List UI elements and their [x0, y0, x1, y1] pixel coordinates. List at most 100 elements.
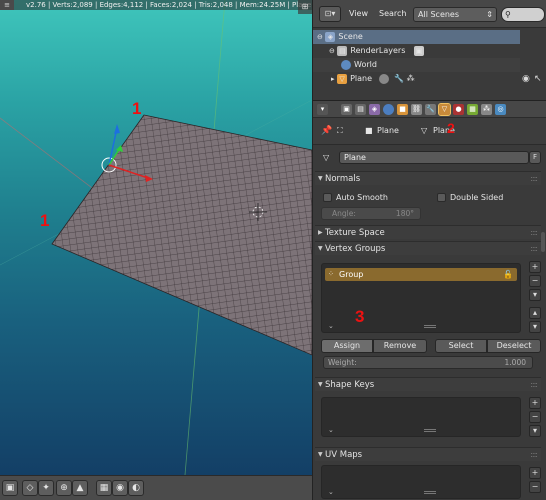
render-icon[interactable]: ▣: [341, 104, 352, 115]
assign-button[interactable]: Assign: [321, 339, 373, 353]
texture-icon[interactable]: ▦: [467, 104, 478, 115]
pointer-icon[interactable]: ↖: [534, 74, 542, 84]
menu-view[interactable]: View: [349, 9, 368, 18]
panel-title: Normals: [325, 174, 361, 184]
data-name-field[interactable]: Plane: [339, 151, 529, 164]
remove-uv-map-button[interactable]: −: [529, 481, 541, 493]
collapse-arrow-icon: ▼: [318, 381, 323, 388]
menu-search[interactable]: Search: [379, 9, 406, 18]
annotation-marker: 1: [40, 211, 50, 230]
data-icon[interactable]: ▽: [438, 103, 451, 116]
panel-vertex-groups[interactable]: ▼ Vertex Groups ::::: [315, 241, 541, 255]
tree-label: Scene: [338, 32, 363, 41]
remove-shape-key-button[interactable]: −: [529, 411, 541, 423]
physics-icon[interactable]: ◎: [495, 104, 506, 115]
snap-icon[interactable]: ⊕: [56, 480, 72, 496]
panel-uv-maps[interactable]: ▼ UV Maps ::::: [315, 447, 541, 461]
layers-icon[interactable]: ▦: [96, 480, 112, 496]
remove-group-button[interactable]: −: [529, 275, 541, 287]
editor-type-icon[interactable]: ⊡▾: [319, 6, 341, 22]
modifier-icon[interactable]: 🔧: [425, 104, 436, 115]
panel-texture-space[interactable]: ▶ Texture Space ::::: [315, 225, 541, 239]
tree-label: World: [354, 60, 377, 69]
search-input[interactable]: ⚲: [501, 7, 545, 22]
double-sided-checkbox[interactable]: [437, 193, 446, 202]
filter-icon[interactable]: ⌄: [328, 488, 334, 496]
breadcrumb-object[interactable]: Plane: [377, 126, 399, 135]
display-mode-dropdown[interactable]: All Scenes ⇕: [413, 7, 497, 22]
viewport-toolbar: ▣ ◇ ✦ ⊕ ▲ ▦ ◉ ◐: [0, 475, 312, 500]
mesh-icon[interactable]: ◇: [22, 480, 38, 496]
world-icon[interactable]: [383, 104, 394, 115]
collapse-arrow-icon: ▼: [318, 451, 323, 458]
deselect-button[interactable]: Deselect: [487, 339, 541, 353]
lock-icon[interactable]: 🔓: [503, 268, 513, 281]
add-shape-key-button[interactable]: +: [529, 397, 541, 409]
panel-title: Texture Space: [325, 228, 385, 238]
drag-handle-icon[interactable]: ::::: [530, 226, 538, 240]
resize-grip-icon[interactable]: [424, 491, 436, 494]
specials-menu-icon[interactable]: ▾: [529, 289, 541, 301]
weight-label: Weight:: [328, 358, 357, 367]
add-uv-map-button[interactable]: +: [529, 467, 541, 479]
editor-menu-icon[interactable]: ≡: [0, 0, 14, 10]
eye-icon[interactable]: ◉: [522, 74, 530, 84]
object-icon[interactable]: ■: [397, 104, 408, 115]
tree-item-plane[interactable]: ▸ ▽ Plane 🔧 ⁂: [313, 72, 521, 86]
move-up-icon[interactable]: ▴: [529, 307, 541, 319]
editor-type-icon[interactable]: ▾: [317, 104, 328, 115]
tree-item-world[interactable]: World: [313, 58, 521, 72]
tree-item-renderlayers[interactable]: ⊖ ▤ RenderLayers ▣: [313, 44, 521, 58]
filter-icon[interactable]: ⌄: [328, 426, 334, 434]
uv-map-list[interactable]: ⌄: [321, 465, 521, 499]
vertex-group-icon: ⁘: [328, 270, 334, 278]
properties-tabs: ▾ ▣ ▤ ◈ ■ ⛓ 🔧 ▽ ● ▦ ⁂ ◎: [313, 101, 546, 118]
scene-icon[interactable]: ◈: [369, 104, 380, 115]
pin-icon[interactable]: 📌: [321, 126, 332, 136]
overlay-icon[interactable]: ◐: [128, 480, 144, 496]
viewport-info-bar: ≡ v2.76 | Verts:2,089 | Edges:4,112 | Fac…: [0, 0, 312, 10]
collapse-icon[interactable]: ⊖: [317, 33, 323, 41]
properties-scrollbar[interactable]: [541, 232, 545, 252]
specials-menu-icon[interactable]: ▾: [529, 425, 541, 437]
move-down-icon[interactable]: ▾: [529, 321, 541, 333]
drag-handle-icon[interactable]: ::::: [530, 378, 538, 392]
grid-icon[interactable]: ⊞: [298, 0, 312, 14]
remove-button[interactable]: Remove: [373, 339, 427, 353]
auto-smooth-checkbox[interactable]: [323, 193, 332, 202]
3d-viewport[interactable]: ≡ v2.76 | Verts:2,089 | Edges:4,112 | Fac…: [0, 0, 312, 475]
vertex-group-list[interactable]: ⁘ Group 🔓 ⌄: [321, 263, 521, 333]
angle-field[interactable]: Angle: 180°: [321, 207, 421, 220]
drag-handle-icon[interactable]: ::::: [530, 242, 538, 256]
collapse-arrow-icon: ▼: [318, 245, 323, 252]
angle-value: 180°: [395, 209, 414, 218]
render-layer-icon[interactable]: ▤: [355, 104, 366, 115]
particles-icon[interactable]: ⁂: [481, 104, 492, 115]
render-icon[interactable]: ▲: [72, 480, 88, 496]
select-button[interactable]: Select: [435, 339, 487, 353]
fake-user-button[interactable]: F: [529, 151, 541, 164]
camera-icon[interactable]: ◉: [112, 480, 128, 496]
resize-grip-icon[interactable]: [424, 325, 436, 328]
collapse-icon[interactable]: ⊖: [329, 47, 335, 55]
view-mode-icon[interactable]: ▣: [2, 480, 18, 496]
list-item[interactable]: ⁘ Group 🔓: [325, 268, 517, 281]
add-group-button[interactable]: +: [529, 261, 541, 273]
shape-key-list[interactable]: ⌄: [321, 397, 521, 437]
expand-icon[interactable]: ▸: [331, 75, 335, 83]
resize-grip-icon[interactable]: [424, 429, 436, 432]
annotation-marker: 3: [355, 307, 365, 326]
outliner-editor: ⊡▾ View Search All Scenes ⇕ ⚲ ⊖ ◈ Scene ⊖…: [312, 0, 546, 100]
filter-icon[interactable]: ⌄: [328, 322, 334, 330]
drag-handle-icon[interactable]: ::::: [530, 172, 538, 186]
tool-icon[interactable]: ✦: [38, 480, 54, 496]
panel-normals[interactable]: ▼ Normals ::::: [315, 171, 541, 185]
tree-label: Plane: [350, 74, 373, 83]
mesh-icon: ▽: [323, 153, 330, 162]
panel-shape-keys[interactable]: ▼ Shape Keys ::::: [315, 377, 541, 391]
tree-item-scene[interactable]: ⊖ ◈ Scene: [313, 30, 521, 44]
material-icon[interactable]: ●: [453, 104, 464, 115]
drag-handle-icon[interactable]: ::::: [530, 448, 538, 462]
constraint-icon[interactable]: ⛓: [411, 104, 422, 115]
weight-slider[interactable]: Weight: 1.000: [323, 356, 533, 369]
